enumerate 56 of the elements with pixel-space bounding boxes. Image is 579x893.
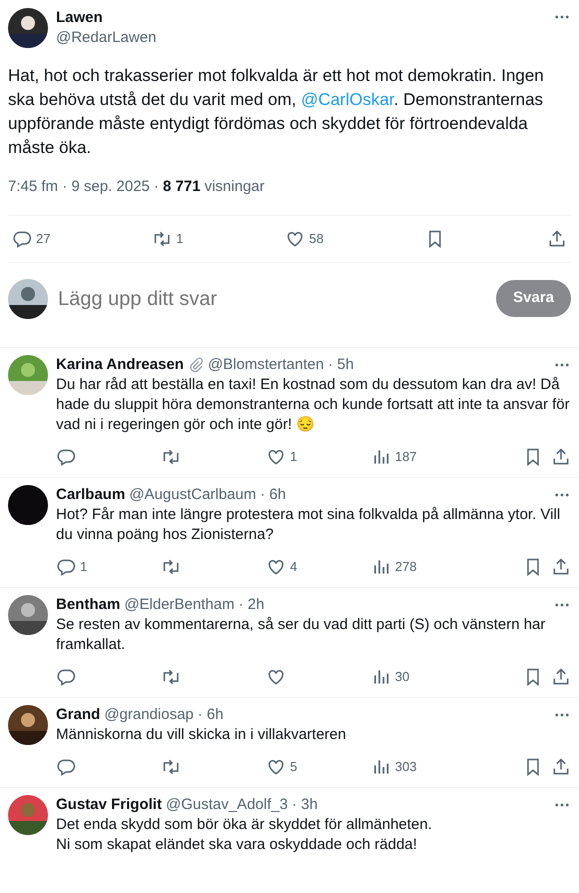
share-button[interactable]	[551, 756, 571, 776]
share-icon	[551, 756, 571, 776]
reply-button[interactable]	[56, 756, 76, 776]
reply-handle[interactable]: @Gustav_Adolf_3	[166, 794, 288, 814]
reply-author-name[interactable]: Carlbaum	[56, 484, 126, 504]
views-button[interactable]: 278	[371, 556, 417, 576]
retweet-button[interactable]: 1	[152, 228, 184, 248]
reply-button[interactable]	[56, 666, 76, 686]
share-button[interactable]	[551, 556, 571, 576]
timestamp[interactable]: 7:45 fm · 9 sep. 2025 ·	[8, 176, 159, 198]
reply-button[interactable]	[56, 446, 76, 466]
views-label: visningar	[204, 177, 264, 197]
reply-author-name[interactable]: Karina Andreasen	[56, 354, 184, 374]
like-button[interactable]: 1	[266, 446, 298, 466]
reply-author-name[interactable]: Grand	[56, 704, 100, 724]
reply-author-name[interactable]: Gustav Frigolit	[56, 794, 162, 814]
views-button[interactable]: 187	[371, 446, 417, 466]
reply-icon	[56, 756, 76, 776]
reply-text: Hot? Får man inte längre protestera mot sina folkvalda på allmänna ytor. Vill du vinna poäng hos Zionisterna?	[56, 504, 562, 544]
share-icon	[551, 556, 571, 576]
reply-time[interactable]: · 3h	[292, 794, 318, 814]
reply-handle[interactable]: @grandiosap	[104, 704, 194, 724]
like-button[interactable]: 5	[266, 756, 298, 776]
tweet-text: Hat, hot och trakasserier mot folkvalda är ett hot mot demokratin. Ingen ska behöva utstå det du varit med om, @CarlOskar. Demonstranternas uppförande måste entydigt fördömas och skyddet för förtroendevalda måste öka.	[8, 65, 545, 159]
reply-text: Se resten av kommentarerna, så ser du vad ditt parti (S) och vänstern har framkallat.	[56, 614, 546, 654]
views-button[interactable]: 30	[371, 666, 410, 686]
reply-handle[interactable]: @AugustCarlbaum	[129, 484, 256, 504]
reply-handle[interactable]: @Blomstertanten	[208, 354, 324, 374]
reply-time[interactable]: · 2h	[238, 594, 264, 614]
view-count: 8 771	[162, 177, 200, 197]
share-icon	[551, 666, 571, 686]
reply-time[interactable]: · 6h	[198, 704, 224, 724]
author-name[interactable]: Lawen	[56, 8, 545, 28]
share-button[interactable]	[551, 666, 571, 686]
share-button[interactable]	[546, 228, 567, 248]
reply-button[interactable]: 27	[12, 228, 50, 248]
reply-text: Det enda skydd som bör öka är skyddet för allmänheten. Ni som skapat eländet ska vara oskyddade och rädda!	[56, 814, 434, 854]
reply-text: Människorna du vill skicka in i villakvarteren	[56, 724, 348, 744]
reply-author-name[interactable]: Bentham	[56, 594, 120, 614]
reply-button[interactable]: Svara	[496, 280, 571, 317]
share-icon	[546, 228, 567, 248]
like-button[interactable]: 58	[285, 228, 324, 248]
author-handle[interactable]: @RedarLawen	[56, 28, 545, 48]
views-button[interactable]: 303	[371, 756, 417, 776]
share-button[interactable]	[551, 446, 571, 466]
reply-icon	[56, 666, 76, 686]
reply-text: Du har råd att beställa en taxi! En kostnad som du dessutom kan dra av! Då hade du sluppit höra demonstranterna och kunde fortsatt att inte ta ansvar för vad ni i regeringen gör och inte gör! 😔	[56, 374, 571, 434]
like-button[interactable]: 4	[266, 556, 298, 576]
reply-icon	[56, 556, 76, 576]
reply-handle[interactable]: @ElderBentham	[124, 594, 234, 614]
reply-time[interactable]: · 6h	[260, 484, 286, 504]
reply-button[interactable]: 1	[56, 556, 88, 576]
reply-time[interactable]: · 5h	[328, 354, 354, 374]
reply-icon	[12, 228, 32, 248]
reply-icon	[56, 446, 76, 466]
share-icon	[551, 446, 571, 466]
